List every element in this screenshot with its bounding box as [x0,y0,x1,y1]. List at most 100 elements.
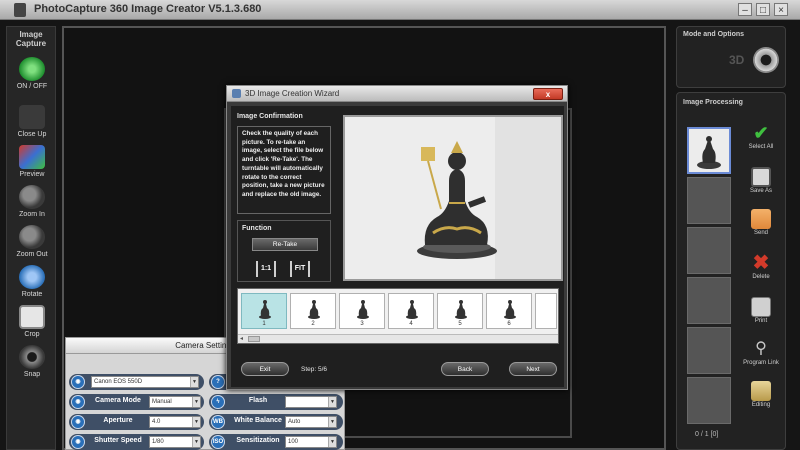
flash-icon: ϟ [211,395,225,409]
scroll-left-icon[interactable]: ◂ [240,335,243,342]
mode-3d-label[interactable]: 3D [729,53,744,67]
wizard-dialog: 3D Image Creation Wizard x Image Confirm… [226,85,568,390]
white-balance-row: WB White Balance Auto ▼ [209,414,343,430]
sensitization-label: Sensitization [236,437,280,444]
thumbnail-2[interactable]: 2 [290,293,336,329]
dialog-title-bar: 3D Image Creation Wizard x [227,86,567,102]
camera-icon [19,345,45,369]
image-slot-4[interactable] [687,277,731,324]
app-window: PhotoCapture 360 Image Creator V5.1.3.68… [0,0,800,450]
image-slot-2[interactable] [687,177,731,224]
back-button[interactable]: Back [441,362,489,376]
option-icon: ? [211,375,225,389]
scrollbar-thumb[interactable] [248,336,260,342]
statue-mini-icon [455,300,467,319]
flash-row: ϟ Flash ▼ [209,394,343,410]
mode-and-options-panel: Mode and Options 3D [676,26,786,88]
close-window-button[interactable]: × [774,3,788,16]
save-as-icon [751,167,771,187]
function-heading: Function [242,225,272,232]
zoom-out-icon [19,225,45,249]
rotate-button[interactable]: Rotate [7,265,57,298]
zoom-out-button[interactable]: Zoom Out [7,225,57,258]
camera-model-select[interactable]: Canon EOS 550D ▼ [91,376,199,388]
aperture-select[interactable]: 4.0 ▼ [149,416,201,428]
zoom-in-icon [19,185,45,209]
editing-label: Editing [751,402,771,408]
camera-mode-select[interactable]: Manual ▼ [149,396,201,408]
exit-button[interactable]: Exit [241,362,289,376]
print-label: Print [754,318,768,324]
thumbnail-6[interactable]: 6 [486,293,532,329]
delete-button[interactable]: ✖ Delete [739,253,783,280]
save-as-button[interactable]: Save As [739,167,783,194]
image-slot-5[interactable] [687,327,731,374]
statue-mini-icon [259,300,271,319]
image-slot-3[interactable] [687,227,731,274]
select-all-button[interactable]: ✔ Select All [739,123,783,150]
flash-label: Flash [248,397,268,404]
thumbnail-4[interactable]: 4 [388,293,434,329]
thumbnail-1[interactable]: 1 [241,293,287,329]
thumbnail-5[interactable]: 5 [437,293,483,329]
image-slot-6[interactable] [687,377,731,424]
thumbnail-partial[interactable] [535,293,557,329]
statue-image [345,117,561,279]
zoom-out-label: Zoom Out [16,251,48,258]
maximize-button[interactable]: □ [756,3,770,16]
power-button[interactable]: ON / OFF [7,57,57,90]
rotate-label: Rotate [21,291,43,298]
image-slot-1[interactable] [687,127,731,174]
page-indicator: 0 / 1 [0] [695,431,719,438]
editing-button[interactable]: Editing [739,381,783,408]
close-up-button[interactable]: Close Up [7,105,57,138]
aperture-row: ◉ Aperture 4.0 ▼ [69,414,204,430]
instructions-text: Check the quality of each picture. To re… [237,126,331,214]
image-processing-heading: Image Processing [683,99,743,106]
thumbnail-number: 5 [458,321,462,327]
save-as-label: Save As [749,188,772,194]
program-link-button[interactable]: ⚲ Program Link [739,339,783,366]
snap-button[interactable]: Snap [7,345,57,378]
camera-mode-label: Camera Mode [95,397,141,404]
sensitization-select[interactable]: 100 ▼ [285,436,337,448]
shutter-speed-select[interactable]: 1/80 ▼ [149,436,201,448]
send-button[interactable]: Send [739,209,783,236]
thumbnail-number: 4 [409,321,413,327]
delete-label: Delete [752,274,770,280]
fit-icon[interactable]: FIT [290,261,310,277]
camera-mode-row: ◉ Camera Mode Manual ▼ [69,394,204,410]
statue-mini-icon [406,300,418,319]
mode-and-options-heading: Mode and Options [683,31,745,38]
next-button[interactable]: Next [509,362,557,376]
statue-mini-icon [308,300,320,319]
app-icon [14,3,26,17]
crop-button[interactable]: Crop [7,305,57,338]
program-link-icon: ⚲ [755,340,767,357]
white-balance-select[interactable]: Auto ▼ [285,416,337,428]
image-preview [343,115,563,281]
image-processing-panel: Image Processing ✔ Select All Save As Se… [676,92,786,450]
shutter-icon: ◉ [71,435,85,449]
thumbnail-number: 6 [507,321,511,327]
retake-button[interactable]: Re-Take [252,238,318,251]
snap-label: Snap [23,371,41,378]
rotate-icon [19,265,45,289]
actual-size-icon[interactable]: 1:1 [256,261,276,277]
checkmark-icon: ✔ [753,123,769,143]
dialog-close-button[interactable]: x [533,88,563,100]
zoom-in-button[interactable]: Zoom In [7,185,57,218]
thumbnail-number: 3 [360,321,364,327]
minimize-button[interactable]: – [738,3,752,16]
thumbnail-3[interactable]: 3 [339,293,385,329]
camera-icon: ◉ [71,375,85,389]
aperture-icon: ◉ [71,415,85,429]
print-button[interactable]: Print [739,297,783,324]
thumbnail-scrollbar[interactable]: ◂ [238,334,558,343]
gear-icon[interactable] [753,47,779,73]
statue-mini-icon [357,300,369,319]
flash-select[interactable]: ▼ [285,396,337,408]
send-icon [751,209,771,229]
send-label: Send [753,230,768,236]
preview-button[interactable]: Preview [7,145,57,178]
